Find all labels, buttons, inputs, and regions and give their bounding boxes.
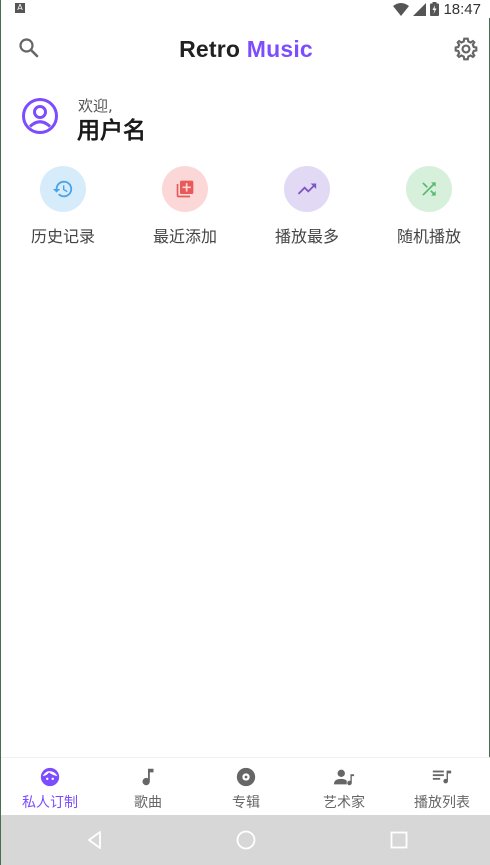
most-played-button[interactable]: 播放最多 bbox=[257, 166, 357, 247]
wifi-icon bbox=[393, 2, 410, 16]
system-nav-bar bbox=[1, 815, 490, 865]
history-label: 历史记录 bbox=[30, 227, 95, 246]
history-icon bbox=[40, 166, 86, 212]
toolbar: Retro Music bbox=[1, 18, 490, 80]
nav-songs-label: 歌曲 bbox=[134, 795, 162, 811]
home-icon[interactable] bbox=[234, 828, 258, 852]
playlist-icon bbox=[432, 770, 452, 784]
battery-icon bbox=[430, 2, 440, 16]
status-time: 18:47 bbox=[443, 0, 481, 18]
notification-badge: A bbox=[15, 3, 25, 13]
app-title-part1: Retro bbox=[179, 36, 241, 62]
nav-playlists[interactable]: 播放列表 bbox=[393, 766, 490, 812]
shuffle-icon bbox=[406, 166, 452, 212]
user-avatar-icon[interactable] bbox=[21, 97, 59, 135]
most-played-label: 播放最多 bbox=[274, 227, 339, 246]
app-frame: A 18:47 Retro Music 欢迎, 用户名 历史记录 最近添加 播放… bbox=[0, 0, 490, 865]
recents-icon[interactable] bbox=[387, 828, 411, 852]
status-icons: 18:47 bbox=[393, 0, 481, 18]
nav-for-you-label: 私人订制 bbox=[22, 795, 78, 811]
bottom-nav: 私人订制 歌曲 专辑 艺术家 播放列表 bbox=[1, 757, 490, 815]
recently-added-label: 最近添加 bbox=[152, 227, 217, 246]
shuffle-label: 随机播放 bbox=[396, 227, 461, 246]
username: 用户名 bbox=[77, 118, 146, 144]
recently-added-button[interactable]: 最近添加 bbox=[135, 166, 235, 247]
history-button[interactable]: 历史记录 bbox=[13, 166, 113, 247]
nav-artists[interactable]: 艺术家 bbox=[295, 766, 393, 812]
signal-icon bbox=[413, 2, 427, 16]
shuffle-button[interactable]: 随机播放 bbox=[379, 166, 479, 247]
nav-albums[interactable]: 专辑 bbox=[197, 766, 295, 812]
album-icon bbox=[236, 767, 256, 787]
nav-songs[interactable]: 歌曲 bbox=[99, 766, 197, 812]
face-icon bbox=[40, 767, 60, 787]
library-add-icon bbox=[162, 166, 208, 212]
back-icon[interactable] bbox=[83, 828, 107, 852]
trending-up-icon bbox=[284, 166, 330, 212]
status-bar: A 18:47 bbox=[1, 0, 490, 18]
artist-icon bbox=[333, 769, 355, 786]
nav-artists-label: 艺术家 bbox=[323, 795, 365, 811]
nav-albums-label: 专辑 bbox=[232, 795, 260, 811]
app-title-part2: Music bbox=[246, 36, 313, 62]
settings-gear-icon[interactable] bbox=[453, 36, 479, 62]
app-title: Retro Music bbox=[1, 36, 490, 63]
nav-for-you[interactable]: 私人订制 bbox=[1, 766, 99, 812]
quick-actions: 历史记录 最近添加 播放最多 随机播放 bbox=[1, 166, 490, 246]
music-note-icon bbox=[142, 768, 154, 786]
nav-playlists-label: 播放列表 bbox=[414, 795, 470, 811]
